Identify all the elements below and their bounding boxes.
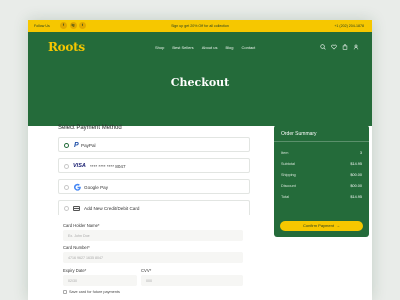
- site-header: Roots Shop Best Sellers About us Blog Co…: [28, 32, 372, 126]
- summary-key: Shipping: [281, 173, 296, 177]
- google-logo-icon: [74, 183, 81, 191]
- main-nav: Shop Best Sellers About us Blog Contact: [155, 45, 255, 50]
- promo-offer: Sign up get 20% Off for all collection: [171, 24, 229, 28]
- summary-key: Item: [281, 151, 289, 155]
- visa-logo-icon: VISA: [73, 163, 86, 169]
- paypal-logo-icon: P: [74, 141, 79, 149]
- payment-option-paypal[interactable]: P PayPal: [58, 137, 250, 152]
- nav-blog[interactable]: Blog: [225, 45, 233, 50]
- cvv-input[interactable]: [141, 275, 243, 286]
- radio-icon[interactable]: [64, 184, 69, 190]
- search-icon[interactable]: [320, 44, 326, 50]
- payment-option-google-pay[interactable]: Google Pay: [58, 179, 250, 194]
- save-card-label: Save card for future payments: [69, 290, 120, 294]
- promo-bar: Follow Us f ig t Sign up get 20% Off for…: [28, 20, 372, 32]
- brand-logo[interactable]: Roots: [48, 40, 85, 54]
- nav-about-us[interactable]: About us: [202, 45, 218, 50]
- credit-card-icon: [73, 206, 80, 211]
- user-icon[interactable]: [353, 44, 359, 50]
- card-number-input[interactable]: [63, 252, 243, 263]
- arrow-right-icon: →: [335, 223, 340, 228]
- summary-divider: [274, 141, 369, 142]
- summary-key: Discount: [281, 184, 296, 188]
- summary-value: $00.00: [350, 173, 362, 177]
- payment-option-visa[interactable]: VISA **** **** **** 8047: [58, 158, 250, 173]
- summary-key: Total: [281, 195, 290, 199]
- payment-option-label: Add New Credit/Debit Card: [84, 205, 140, 211]
- payment-section-title: Select Payment Method: [58, 125, 122, 131]
- payment-option-label: Google Pay: [84, 184, 109, 190]
- radio-selected-icon[interactable]: [64, 142, 69, 148]
- summary-value: 3: [359, 151, 362, 155]
- nav-contact[interactable]: Contact: [242, 45, 256, 50]
- heart-icon[interactable]: [331, 44, 337, 50]
- payment-option-label: PayPal: [81, 142, 96, 148]
- order-summary-title: Order Summary: [281, 131, 317, 137]
- page-title: Checkout: [170, 76, 230, 89]
- radio-icon[interactable]: [64, 205, 69, 211]
- summary-value: $14.95: [350, 162, 362, 166]
- expiry-date-label: Expiry Date*: [63, 268, 87, 273]
- nav-best-sellers[interactable]: Best Sellers: [172, 45, 193, 50]
- cvv-label: CVV*: [141, 268, 152, 273]
- summary-value: $14.95: [350, 195, 362, 199]
- radio-icon[interactable]: [64, 163, 69, 169]
- card-holder-input[interactable]: [63, 230, 243, 241]
- order-summary-panel: Order Summary Item 3 Subtotal $14.95 Shi…: [274, 125, 369, 237]
- phone-number: +1 (202) 204-1878: [334, 24, 364, 28]
- confirm-payment-label: Confirm Payment: [303, 223, 334, 228]
- card-holder-label: Card Holder Name*: [63, 223, 100, 228]
- card-number-label: Card Number*: [63, 245, 90, 250]
- save-card-checkbox[interactable]: [63, 290, 67, 294]
- payment-option-new-card[interactable]: Add New Credit/Debit Card: [58, 200, 250, 215]
- bag-icon[interactable]: [342, 44, 348, 50]
- expiry-date-input[interactable]: [63, 275, 137, 286]
- confirm-payment-button[interactable]: Confirm Payment →: [280, 221, 363, 231]
- nav-shop[interactable]: Shop: [155, 45, 164, 50]
- payment-option-label: **** **** **** 8047: [90, 163, 126, 169]
- checkout-page: Follow Us f ig t Sign up get 20% Off for…: [28, 20, 372, 300]
- header-actions: [320, 44, 359, 50]
- summary-value: $00.00: [350, 184, 362, 188]
- summary-key: Subtotal: [281, 162, 295, 166]
